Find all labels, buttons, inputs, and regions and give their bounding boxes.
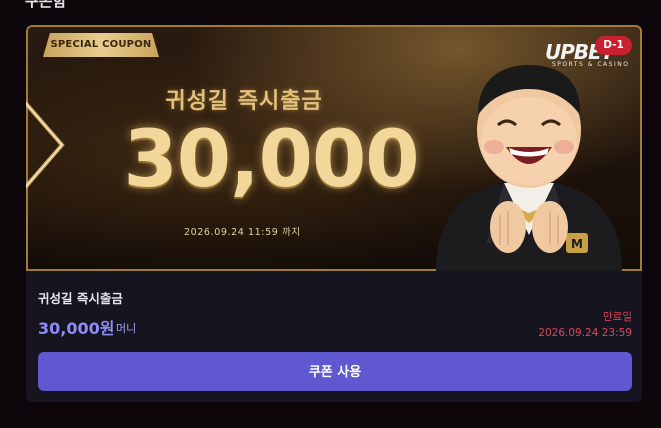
special-coupon-tag: SPECIAL COUPON xyxy=(43,33,159,57)
coupon-card: SPECIAL COUPON 귀성길 즉시출금 30,000 2026.09.2… xyxy=(26,25,642,402)
section-title: 쿠폰함 xyxy=(25,0,67,10)
use-coupon-button[interactable]: 쿠폰 사용 xyxy=(38,352,632,391)
svg-text:M: M xyxy=(571,237,583,251)
expiry-label: 만료일 xyxy=(603,311,632,323)
coupon-banner: SPECIAL COUPON 귀성길 즉시출금 30,000 2026.09.2… xyxy=(26,25,642,271)
coupon-price: 30,000원 xyxy=(38,319,115,338)
mascot-illustration: M xyxy=(436,65,622,271)
chevron-right-icon xyxy=(26,100,65,190)
expiry-date: 2026.09.24 23:59 xyxy=(538,327,632,339)
coupon-title: 귀성길 즉시출금 xyxy=(38,291,123,306)
coupon-unit: 머니 xyxy=(116,322,137,335)
banner-until-date: 2026.09.24 11:59 까지 xyxy=(184,227,301,238)
banner-amount: 30,000 xyxy=(123,115,420,205)
dday-badge: D-1 xyxy=(595,36,632,55)
banner-headline: 귀성길 즉시출금 xyxy=(165,89,323,114)
